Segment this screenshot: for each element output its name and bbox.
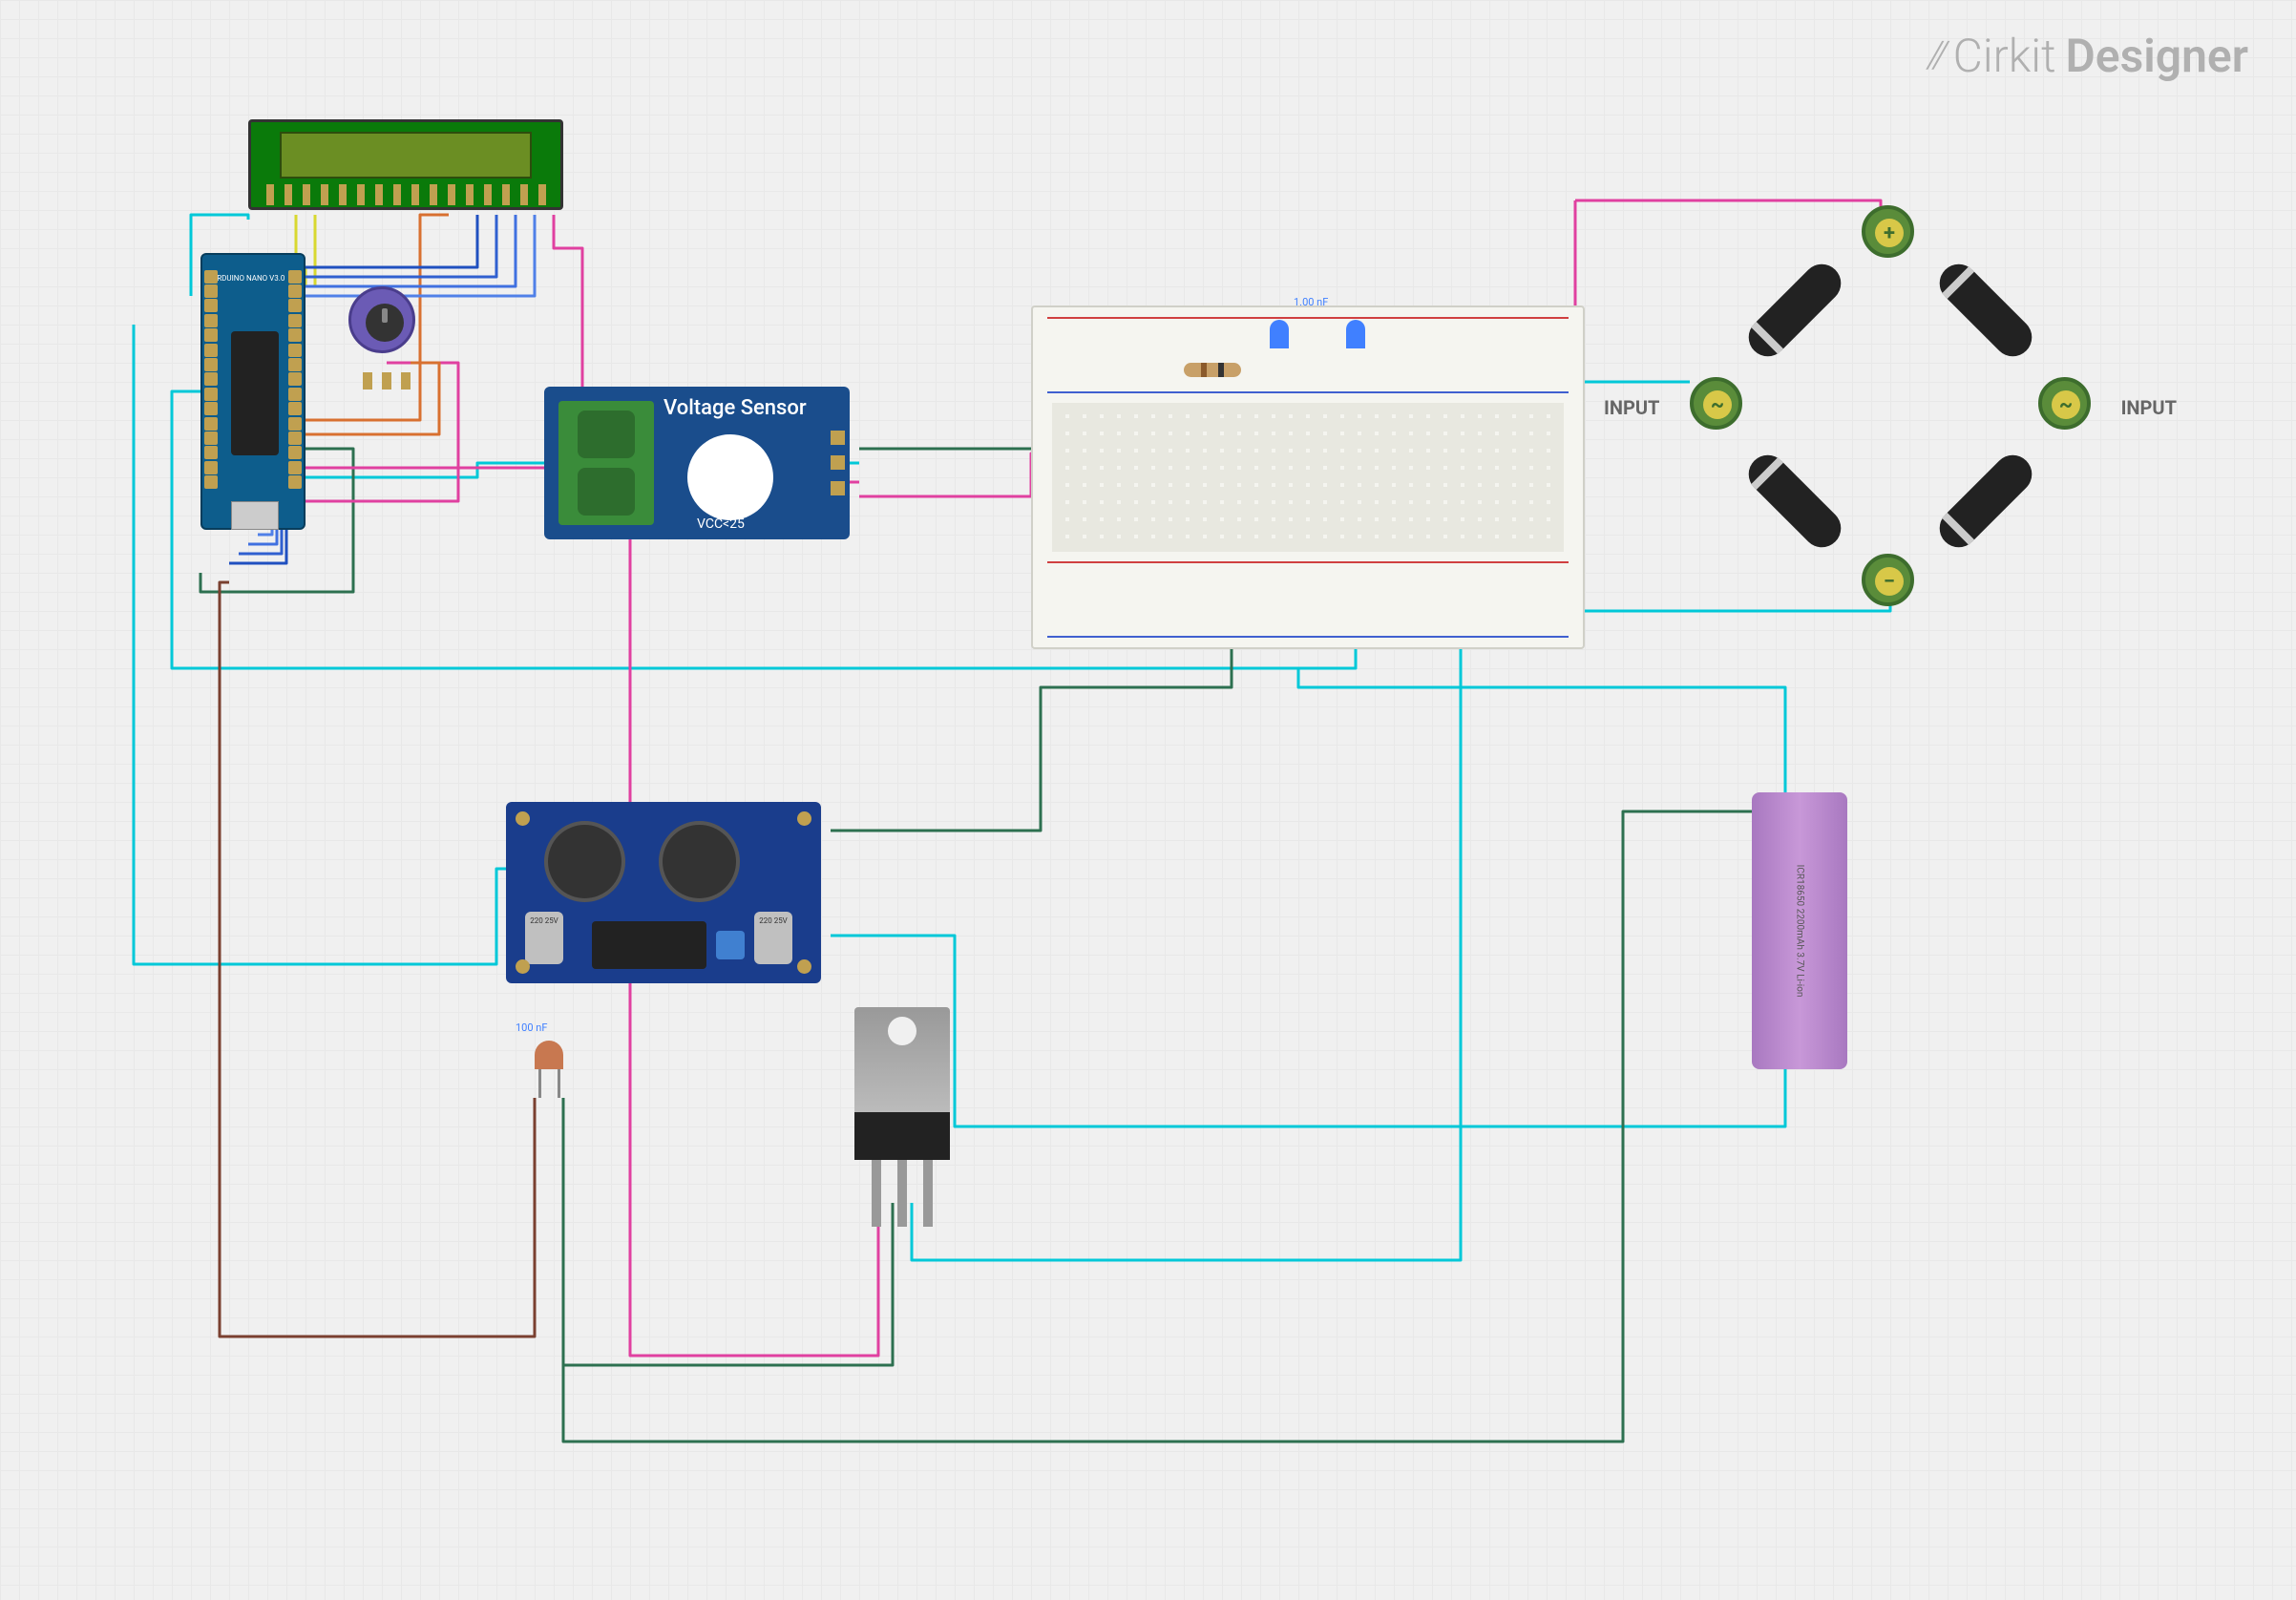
lcd-screen [280,132,532,179]
vsensor-sub: VCC<25 [697,516,745,532]
bb-tie-points [1052,403,1564,552]
battery-18650[interactable]: ICR18650 2200mAh 3.7V Li-ion [1752,792,1847,1069]
design-canvas[interactable]: ⫽ Cirkit Designer [0,0,2296,1600]
bridge-rectifier[interactable]: + ~ ~ − INPUT INPUT [1690,205,2091,606]
diode-2 [1931,256,2039,364]
arduino-mcu-chip [231,331,279,455]
potentiometer[interactable] [348,286,425,372]
brand-suffix: Designer [2066,29,2248,83]
buck-trimpot[interactable] [716,931,745,959]
to220-pins [854,1160,950,1227]
bridge-minus-icon: − [1875,567,1904,596]
arduino-nano[interactable]: ARDUINO NANO V3.0 [200,253,305,530]
breadboard[interactable] [1031,305,1585,649]
watermark: ⫽ Cirkit Designer [1927,29,2248,83]
bridge-node-ac-right: ~ [2038,377,2091,430]
arduino-label: ARDUINO NANO V3.0 [212,274,284,283]
arduino-pins-left [204,269,218,490]
vsensor-screw-terminal [558,401,654,525]
buck-cap-out: 220 25V [754,912,792,964]
arduino-usb-port [231,501,279,530]
buck-pin-in-pos [516,811,530,826]
buck-inductor-1 [544,821,625,902]
buck-pin-in-neg [516,959,530,974]
to220-epoxy-body [854,1112,950,1160]
bridge-ac-icon-left: ~ [1703,390,1732,419]
vsensor-pins [831,425,845,501]
buck-pin-out-neg [797,959,811,974]
brand-prefix: Cirkit [1953,29,2056,83]
diode-1 [1740,256,1848,364]
diode-3 [1740,447,1848,555]
to220-mount-hole [888,1017,916,1045]
pot-knob[interactable] [366,304,404,342]
bridge-node-ac-left: ~ [1690,377,1742,430]
bridge-node-neg: − [1862,554,1914,606]
pot-pins [358,372,415,389]
capacitor-100nf[interactable] [530,1041,568,1098]
bridge-input-right-label: INPUT [2121,396,2177,419]
lcd-16x2[interactable] [248,119,563,210]
bb-power-rail-bot-neg [1047,600,1569,638]
bridge-input-left-label: INPUT [1604,396,1659,419]
cap-100nf-label: 100 nF [516,1021,547,1034]
lcd-pin-row [261,184,551,205]
buck-pin-out-pos [797,811,811,826]
buck-ic [592,921,706,969]
vsensor-title: Voltage Sensor [664,396,807,420]
mosfet-to220[interactable] [854,1007,950,1198]
buck-cap-in: 220 25V [525,912,563,964]
cap-1nf-label: 1.00 nF [1294,296,1328,308]
led-blue-2[interactable] [1346,320,1365,348]
bb-power-rail-bot-pos [1047,561,1569,600]
bb-power-rail-top-pos [1047,317,1569,355]
battery-label: ICR18650 2200mAh 3.7V Li-ion [1795,865,1805,998]
diode-4 [1931,447,2039,555]
bridge-node-pos: + [1862,205,1914,258]
cap-leads [530,1069,568,1098]
buck-inductor-2 [659,821,740,902]
cap-body [535,1041,563,1069]
led-blue-1[interactable] [1270,320,1289,348]
buck-converter[interactable]: 220 25V 220 25V [506,802,821,983]
logo-icon: ⫽ [1927,33,1944,78]
bridge-plus-icon: + [1875,219,1904,247]
bridge-ac-icon-right: ~ [2052,390,2080,419]
arduino-pins-right [288,269,302,490]
pot-body [348,286,415,353]
to220-heatsink-tab [854,1007,950,1112]
resistor[interactable] [1184,363,1241,377]
bb-power-rail-top-neg [1047,355,1569,393]
voltage-sensor[interactable]: Voltage Sensor VCC<25 [544,387,850,539]
vsensor-dial [687,434,773,520]
